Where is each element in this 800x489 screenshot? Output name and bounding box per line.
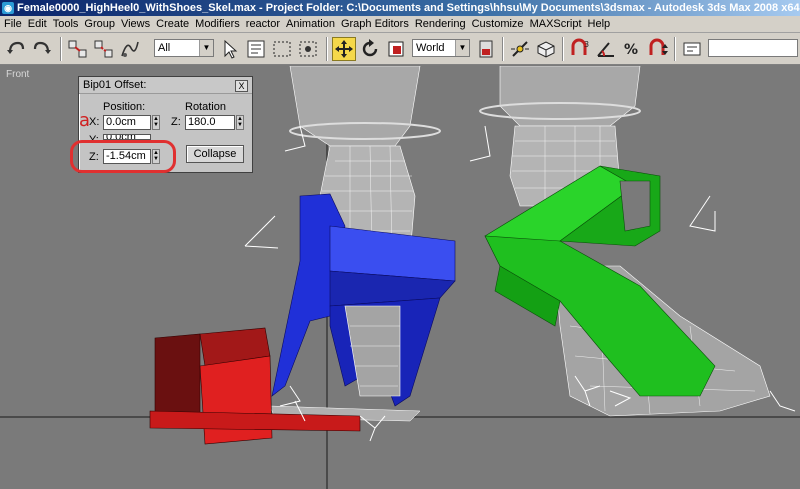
toolbar-separator: [562, 37, 564, 61]
select-and-manipulate-icon[interactable]: [508, 37, 532, 61]
position-x-spinner-arrows[interactable]: ▲ ▼: [152, 115, 160, 130]
menu-modifiers[interactable]: Modifiers: [192, 16, 243, 32]
position-x-label: X:: [89, 116, 100, 128]
position-x-spinner[interactable]: 0.0cm: [103, 115, 151, 130]
redo-icon[interactable]: [30, 37, 54, 61]
menu-bar: File Edit Tools Group Views Create Modifiers re…: [0, 16, 800, 33]
unlink-icon[interactable]: [92, 37, 116, 61]
svg-text:%: %: [624, 42, 638, 58]
menu-rendering[interactable]: Rendering: [412, 16, 469, 32]
menu-file[interactable]: File: [0, 16, 25, 32]
menu-group[interactable]: Group: [81, 16, 118, 32]
menu-animation[interactable]: Animation: [283, 16, 338, 32]
menu-help[interactable]: Help: [585, 16, 614, 32]
use-pivot-center-icon[interactable]: [474, 37, 498, 61]
rotation-label: Rotation: [185, 101, 226, 113]
selection-filter-value: All: [158, 42, 171, 54]
app-icon[interactable]: ◉: [2, 2, 14, 14]
reference-coordinate-value: World: [416, 42, 445, 54]
percent-snap-icon[interactable]: %: [620, 37, 644, 61]
dialog-title[interactable]: Bip01 Offset:: [79, 77, 252, 94]
spinner-snap-icon[interactable]: [646, 37, 670, 61]
keyboard-shortcut-override-icon[interactable]: [534, 37, 558, 61]
viewport-label[interactable]: Front: [6, 69, 29, 80]
select-by-name-icon[interactable]: [244, 37, 268, 61]
select-and-move-icon[interactable]: [332, 37, 356, 61]
rotation-z-spinner[interactable]: 180.0: [185, 115, 235, 130]
toolbar-separator: [674, 37, 676, 61]
annotation-letter: a: [79, 110, 91, 131]
annotation-highlight-ring: [70, 140, 176, 173]
position-label: Position:: [103, 101, 146, 113]
svg-text:3: 3: [584, 40, 589, 49]
snaps-toggle-icon[interactable]: 3: [568, 37, 592, 61]
edit-named-selection-icon[interactable]: [680, 37, 704, 61]
window-title: Female0000_HighHeel0_WithShoes_Skel.max …: [17, 2, 800, 14]
menu-graph-editors[interactable]: Graph Editors: [338, 16, 412, 32]
select-and-rotate-icon[interactable]: [358, 37, 382, 61]
main-toolbar: All ▼ World ▼ 3 %: [0, 33, 800, 65]
selected-box-red: [149, 327, 361, 445]
rotation-z-label: Z:: [171, 116, 181, 128]
named-selection-set-field[interactable]: [708, 39, 798, 57]
chevron-down-icon: ▼: [199, 40, 213, 56]
chevron-down-icon: ▼: [455, 40, 469, 56]
menu-customize[interactable]: Customize: [469, 16, 527, 32]
window-crossing-icon[interactable]: [296, 37, 320, 61]
rotation-z-spinner-arrows[interactable]: ▲ ▼: [236, 115, 244, 130]
collapse-button[interactable]: Collapse: [186, 145, 244, 163]
bind-to-space-warp-icon[interactable]: [118, 37, 142, 61]
angle-snap-icon[interactable]: [594, 37, 618, 61]
toolbar-separator: [326, 37, 328, 61]
select-and-scale-icon[interactable]: [384, 37, 408, 61]
reference-coordinate-dropdown[interactable]: World ▼: [412, 39, 470, 57]
selection-filter-dropdown[interactable]: All ▼: [154, 39, 214, 57]
menu-views[interactable]: Views: [118, 16, 153, 32]
menu-reactor[interactable]: reactor: [243, 16, 283, 32]
menu-maxscript[interactable]: MAXScript: [527, 16, 585, 32]
select-object-icon[interactable]: [218, 37, 242, 61]
menu-edit[interactable]: Edit: [25, 16, 50, 32]
select-and-link-icon[interactable]: [66, 37, 90, 61]
undo-icon[interactable]: [4, 37, 28, 61]
menu-tools[interactable]: Tools: [50, 16, 82, 32]
menu-create[interactable]: Create: [153, 16, 192, 32]
title-bar: ◉ Female0000_HighHeel0_WithShoes_Skel.ma…: [0, 0, 800, 16]
toolbar-separator: [60, 37, 62, 61]
close-icon[interactable]: X: [235, 80, 248, 92]
toolbar-separator: [502, 37, 504, 61]
rectangular-selection-icon[interactable]: [270, 37, 294, 61]
